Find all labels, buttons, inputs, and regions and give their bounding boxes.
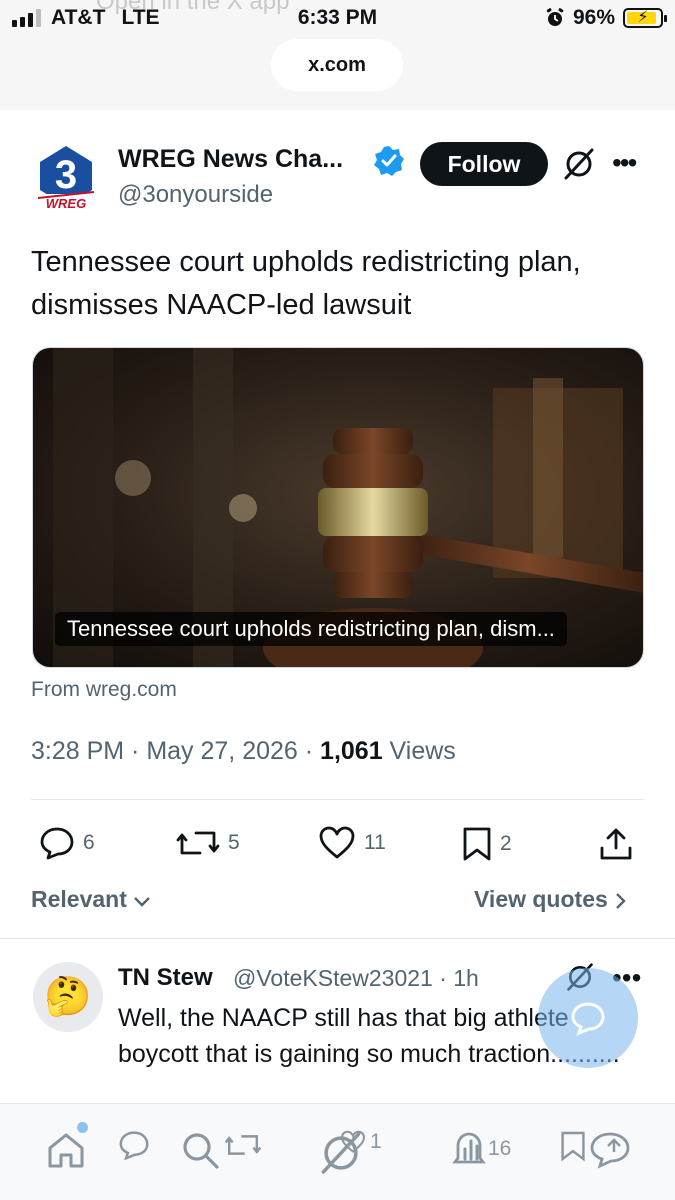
reply-icon — [40, 827, 74, 860]
sort-dropdown[interactable]: Relevant — [31, 886, 151, 913]
grok-icon[interactable] — [562, 147, 596, 181]
views-label: Views — [382, 737, 456, 765]
alarm-icon — [546, 8, 564, 26]
bookmark-button[interactable]: 2 — [462, 826, 512, 862]
bookmark-faded[interactable] — [560, 1130, 586, 1162]
author-avatar[interactable]: 3 WREG — [36, 142, 96, 210]
repost-action-faded[interactable] — [224, 1130, 262, 1160]
view-quotes-link[interactable]: View quotes — [474, 886, 626, 913]
tweet-text: Tennessee court upholds redistricting pl… — [31, 246, 581, 321]
author-name[interactable]: WREG News Cha... — [118, 145, 343, 174]
reply-action-faded[interactable] — [118, 1130, 150, 1160]
reply-like-count: 1 — [370, 1130, 382, 1153]
search-icon — [183, 1133, 219, 1169]
card-caption: Tennessee court upholds redistricting pl… — [55, 612, 567, 646]
reply-views-count: 16 — [488, 1137, 512, 1160]
share-button[interactable] — [598, 826, 634, 862]
home-tab[interactable] — [46, 1130, 86, 1170]
repost-button[interactable]: 5 — [176, 826, 240, 860]
like-count: 11 — [364, 831, 386, 854]
svg-text:3: 3 — [55, 153, 77, 197]
repost-icon — [224, 1135, 262, 1155]
compose-reply-button[interactable] — [538, 968, 638, 1068]
tweet-date[interactable]: May 27, 2026 — [146, 737, 298, 765]
chevron-right-icon — [616, 893, 626, 909]
chevron-down-icon — [134, 897, 151, 907]
reply-views[interactable]: 16 — [452, 1130, 511, 1168]
reply-avatar[interactable]: 🤔 — [33, 962, 103, 1032]
tweet-time[interactable]: 3:28 PM — [31, 737, 124, 765]
follow-button[interactable]: Follow — [420, 142, 548, 186]
author-handle[interactable]: @3onyourside — [118, 181, 273, 209]
messages-tab[interactable] — [588, 1130, 632, 1170]
repost-count: 5 — [228, 831, 240, 854]
battery-percent: 96% — [572, 6, 615, 29]
divider — [0, 938, 675, 939]
reply-like-button[interactable]: 1 — [340, 1130, 382, 1154]
system-indicators: 96% ⚡ — [545, 6, 667, 30]
reply-author-name[interactable]: TN Stew — [118, 964, 213, 992]
thinking-face-emoji: 🤔 — [44, 976, 92, 1018]
link-card[interactable]: Tennessee court upholds redistricting pl… — [32, 347, 644, 668]
more-icon[interactable]: ••• — [612, 147, 637, 179]
battery-icon: ⚡ — [623, 8, 667, 28]
svg-text:WREG: WREG — [46, 196, 86, 210]
view-quotes-label: View quotes — [474, 886, 608, 912]
views-count: 1,061 — [320, 737, 383, 765]
share-icon — [600, 828, 632, 860]
like-icon — [341, 1130, 365, 1153]
like-button[interactable]: 11 — [318, 826, 386, 860]
tweet-meta: 3:28 PM · May 27, 2026 · 1,061 Views — [31, 737, 456, 765]
reply-count: 6 — [83, 831, 95, 854]
bookmark-icon — [561, 1131, 585, 1162]
repost-icon — [176, 831, 220, 855]
like-icon — [319, 826, 355, 859]
bookmark-icon — [463, 827, 491, 861]
reply-icon — [119, 1131, 149, 1160]
source-link[interactable]: From wreg.com — [31, 678, 177, 702]
home-icon — [48, 1133, 84, 1168]
views-icon — [463, 1139, 479, 1161]
sort-label: Relevant — [31, 886, 127, 912]
messages-icon — [590, 1132, 630, 1169]
status-bar: Open in the X app AT&T LTE 6:33 PM 96% ⚡… — [0, 0, 675, 110]
reply-button[interactable]: 6 — [39, 826, 95, 860]
bookmark-count: 2 — [500, 832, 512, 855]
reply-author-handle[interactable]: @VoteKStew23021 · 1h — [233, 965, 479, 992]
bottom-toolbar: 1 16 — [0, 1103, 675, 1200]
url-bar[interactable]: x.com — [271, 39, 403, 91]
divider — [31, 799, 644, 800]
search-tab[interactable] — [180, 1130, 220, 1170]
verified-icon — [374, 146, 404, 176]
compose-icon — [571, 1002, 605, 1036]
